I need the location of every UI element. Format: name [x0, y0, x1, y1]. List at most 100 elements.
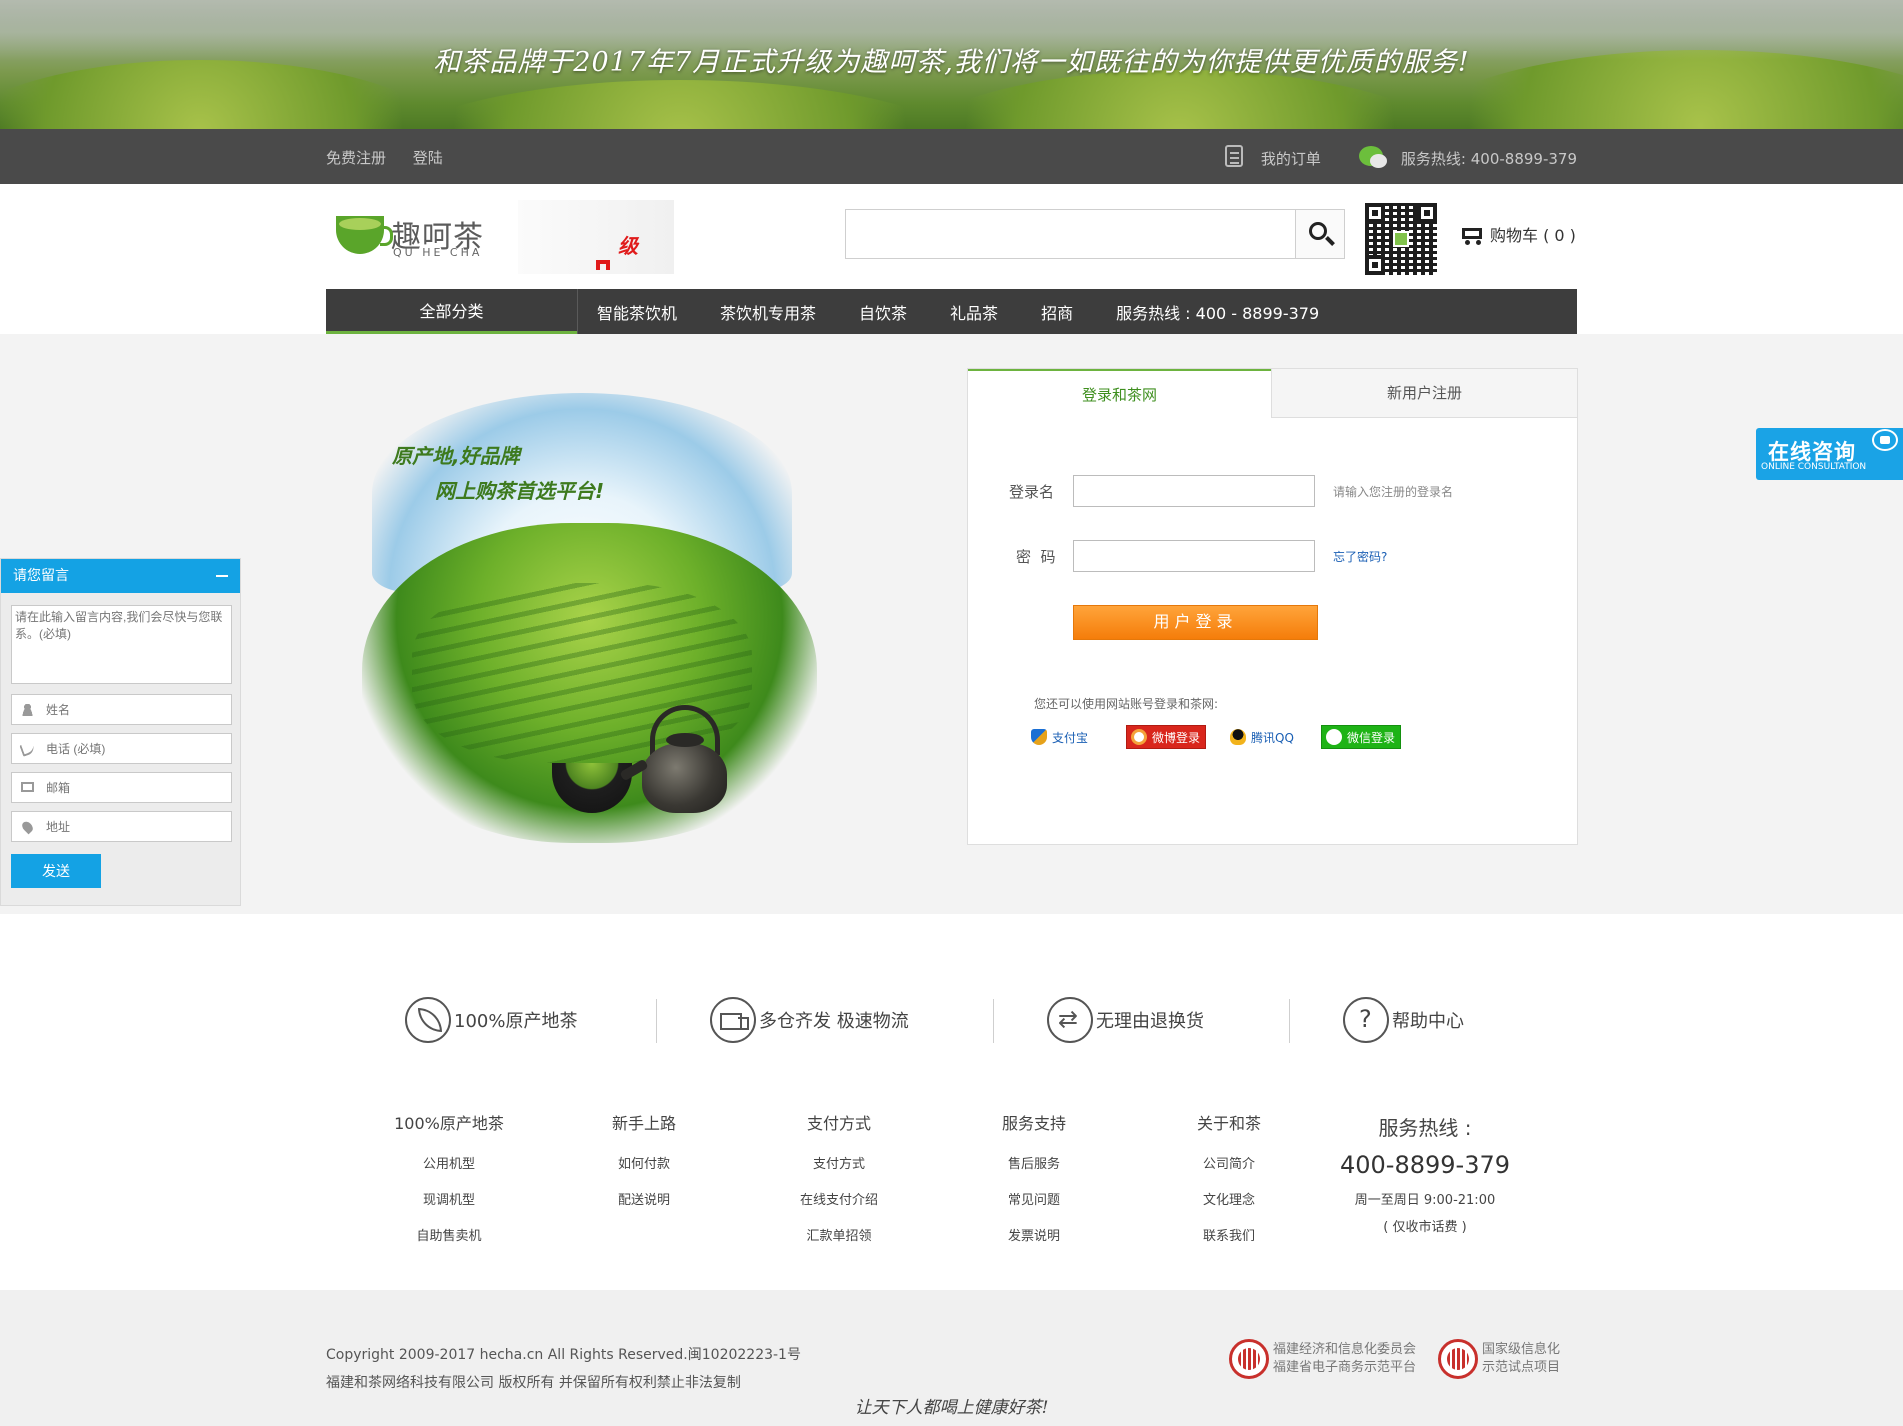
topbar-hotline: 服务热线: 400-8899-379 — [1400, 149, 1577, 168]
cart-link[interactable]: 购物车 ( 0 ) — [1458, 222, 1576, 246]
footer-link[interactable]: 公司简介 — [1154, 1153, 1304, 1189]
tea-cup-icon — [336, 216, 393, 254]
footer-column-title: 新手上路 — [611, 1114, 676, 1133]
footer-link[interactable]: 如何付款 — [569, 1153, 719, 1189]
footer-link[interactable]: 在线支付介绍 — [764, 1189, 914, 1225]
alipay-label: 支付宝 — [1052, 730, 1089, 745]
footer-link[interactable]: 配送说明 — [569, 1189, 719, 1225]
badge1-line2: 福建省电子商务示范平台 — [1273, 1360, 1417, 1375]
name-input[interactable] — [46, 695, 229, 724]
feature-help[interactable]: 帮助中心 — [1343, 997, 1464, 1043]
copyright-block: Copyright 2009-2017 hecha.cn All Rights … — [326, 1341, 801, 1397]
message-widget-header: 请您留言 — [1, 559, 240, 593]
username-input[interactable] — [1073, 475, 1315, 507]
weibo-login[interactable]: 微博登录 — [1126, 725, 1206, 749]
nav-item-personal-tea[interactable]: 自饮茶 — [859, 300, 907, 324]
search-button[interactable] — [1295, 210, 1344, 258]
feature-divider — [993, 999, 994, 1043]
minimize-icon[interactable] — [216, 575, 228, 577]
upgrade-text: 级 — [618, 234, 638, 258]
qr-corner — [1365, 255, 1385, 275]
forgot-password-link[interactable]: 忘了密码? — [1333, 548, 1387, 565]
user-icon — [21, 704, 34, 716]
feature-divider — [656, 999, 657, 1043]
wechat-icon[interactable] — [1358, 146, 1387, 168]
badge2-line2: 示范试点项目 — [1482, 1360, 1561, 1375]
footer-column-origin: 100%原产地茶 公用机型 现调机型 自助售卖机 — [374, 1110, 524, 1261]
feature-help-label: 帮助中心 — [1392, 1011, 1464, 1032]
alipay-login[interactable]: 支付宝 — [1031, 725, 1088, 749]
chat-bubble-icon — [1872, 429, 1898, 451]
nav-all-categories[interactable]: 全部分类 — [326, 289, 578, 334]
footer-motto: 让天下人都喝上健康好茶! — [854, 1398, 1049, 1418]
site-logo[interactable]: 趣呵茶 QU HE CHA — [336, 210, 496, 260]
top-bar: 免费注册 登陆 我的订单 服务热线: 400-8899-379 — [0, 129, 1903, 184]
upgrade-mark — [596, 260, 610, 270]
qr-corner — [1365, 203, 1385, 223]
badge1-line1: 福建经济和信息化委员会 — [1273, 1342, 1417, 1357]
tab-login[interactable]: 登录和茶网 — [968, 369, 1271, 418]
username-label: 登录名 — [1009, 483, 1055, 501]
seal-icon — [1229, 1339, 1269, 1379]
nav-item-gift-tea[interactable]: 礼品茶 — [950, 300, 998, 324]
login-button[interactable]: 用户登录 — [1073, 605, 1318, 640]
national-informatization-badge[interactable]: 国家级信息化 示范试点项目 — [1438, 1339, 1560, 1379]
password-input[interactable] — [1073, 540, 1315, 572]
footer-column-about: 关于和茶 公司简介 文化理念 联系我们 — [1154, 1110, 1304, 1261]
feature-divider — [1289, 999, 1290, 1043]
footer-link[interactable]: 售后服务 — [959, 1153, 1109, 1189]
login-panel: 登录和茶网 新用户注册 登录名 请输入您注册的登录名 密 码 忘了密码? 用户登… — [967, 368, 1578, 845]
footer-link[interactable]: 公用机型 — [374, 1153, 524, 1189]
search-box — [845, 209, 1345, 259]
tab-register[interactable]: 新用户注册 — [1271, 369, 1577, 418]
banner-text: 和茶品牌于2017年7月正式升级为趣呵茶,我们将一如既往的为你提供更优质的服务! — [433, 47, 1470, 78]
consult-subtitle: ONLINE CONSULTATION — [1761, 462, 1867, 472]
footer-link[interactable]: 自助售卖机 — [374, 1225, 524, 1261]
tea-plantation-illustration: 原产地,好品牌 网上购茶首选平台! — [352, 383, 827, 853]
promo-line-2: 网上购茶首选平台! — [435, 479, 605, 503]
footer-link[interactable]: 联系我们 — [1154, 1225, 1304, 1261]
fujian-ecommerce-badge[interactable]: 福建经济和信息化委员会 福建省电子商务示范平台 — [1229, 1339, 1416, 1379]
nav-item-machine-tea[interactable]: 茶饮机专用茶 — [720, 300, 816, 324]
login-tabs: 登录和茶网 新用户注册 — [968, 369, 1577, 418]
login-link[interactable]: 登陆 — [413, 149, 443, 167]
qr-logo — [1393, 231, 1409, 247]
copyright-text: Copyright 2009-2017 hecha.cn All Rights … — [326, 1347, 801, 1363]
qq-login[interactable]: 腾讯QQ — [1230, 725, 1294, 749]
weibo-icon — [1131, 729, 1147, 745]
footer-link[interactable]: 现调机型 — [374, 1189, 524, 1225]
register-link[interactable]: 免费注册 — [326, 149, 386, 167]
question-icon — [1343, 997, 1389, 1043]
footer-link[interactable]: 发票说明 — [959, 1225, 1109, 1261]
username-hint: 请输入您注册的登录名 — [1333, 485, 1454, 499]
feature-logistics-label: 多仓齐发 极速物流 — [759, 1011, 909, 1032]
footer-link[interactable]: 汇款单招领 — [764, 1225, 914, 1261]
leaf-icon — [405, 997, 451, 1043]
wechat-login-icon — [1326, 729, 1342, 745]
search-input[interactable] — [846, 210, 1296, 258]
mail-icon — [21, 782, 34, 792]
phone-field — [11, 733, 232, 764]
send-button[interactable]: 发送 — [11, 854, 101, 888]
footer-link[interactable]: 文化理念 — [1154, 1189, 1304, 1225]
badge2-line1: 国家级信息化 — [1482, 1342, 1561, 1357]
footer-column-title: 关于和茶 — [1196, 1114, 1261, 1133]
hotline-hours: 周一至周日 9:00-21:00 — [1354, 1193, 1496, 1208]
cart-icon — [1458, 224, 1484, 245]
nav-item-smart-tea-machine[interactable]: 智能茶饮机 — [597, 300, 677, 324]
footer-link[interactable]: 常见问题 — [959, 1189, 1109, 1225]
address-input[interactable] — [46, 812, 229, 841]
qq-icon — [1230, 729, 1246, 745]
footer-link[interactable]: 支付方式 — [764, 1153, 914, 1189]
online-consult-button[interactable]: 在线咨询 ONLINE CONSULTATION — [1756, 428, 1903, 480]
logo-pinyin: QU HE CHA — [393, 246, 483, 259]
address-field — [11, 811, 232, 842]
email-input[interactable] — [46, 773, 229, 802]
message-content-input[interactable] — [11, 605, 232, 684]
my-orders-link[interactable]: 我的订单 — [1261, 148, 1321, 169]
nav-item-franchise[interactable]: 招商 — [1041, 300, 1073, 324]
weibo-label: 微博登录 — [1152, 730, 1201, 745]
wechat-login[interactable]: 微信登录 — [1321, 725, 1401, 749]
phone-input[interactable] — [46, 734, 229, 763]
hotline-number: 400-8899-379 — [1339, 1151, 1510, 1179]
